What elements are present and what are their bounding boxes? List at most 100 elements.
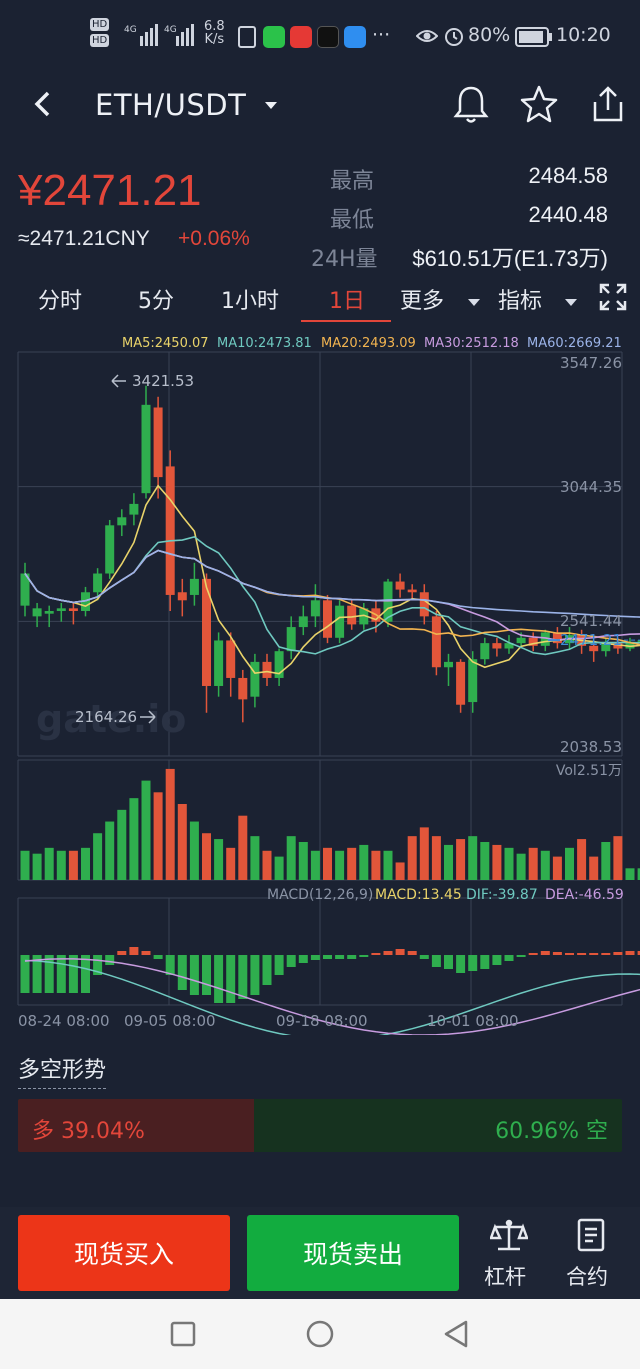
contract-button[interactable]: 合约 xyxy=(560,1213,622,1293)
spot-sell-button[interactable]: 现货卖出 xyxy=(247,1215,459,1291)
back-icon[interactable] xyxy=(28,88,60,120)
candle-body xyxy=(516,637,526,644)
fullscreen-icon[interactable] xyxy=(598,282,628,316)
clock: 10:20 xyxy=(556,24,611,46)
square-nav-icon[interactable] xyxy=(170,1321,196,1351)
high-label: 最高 xyxy=(330,169,375,194)
volume-bar xyxy=(274,856,284,880)
macd-bar xyxy=(274,955,284,975)
volume-bars xyxy=(20,768,640,880)
price-axis-label: 3044.35 xyxy=(560,478,622,496)
share-icon[interactable] xyxy=(587,84,627,128)
candle-body xyxy=(226,640,236,678)
volume-bar xyxy=(371,850,381,880)
candle-body xyxy=(286,627,296,652)
tab-1hour[interactable]: 1小时 xyxy=(221,283,279,315)
ma-legend: MA5:2450.07 MA10:2473.81 MA20:2493.09 MA30:… xyxy=(122,336,622,351)
leverage-button[interactable]: 杠杆 xyxy=(478,1213,540,1293)
macd-bar xyxy=(456,955,466,973)
volume-bar xyxy=(68,850,78,880)
alarm-icon xyxy=(443,25,465,51)
candle-body xyxy=(250,661,260,697)
volume-bar xyxy=(214,839,224,880)
candle-body xyxy=(214,640,224,686)
volume-bar xyxy=(577,839,587,880)
more-caret-icon[interactable] xyxy=(468,292,480,311)
leverage-label: 杠杆 xyxy=(484,1265,526,1289)
volume-bar xyxy=(601,842,611,880)
document-icon xyxy=(238,26,256,48)
candle-body xyxy=(262,661,272,678)
volume-bar xyxy=(516,853,526,880)
bell-icon[interactable] xyxy=(452,84,490,128)
macd-bar xyxy=(395,949,405,955)
volume-bar xyxy=(226,847,236,880)
tab-5min[interactable]: 5分 xyxy=(138,283,174,315)
candle-body xyxy=(153,407,163,478)
volume-bar xyxy=(552,856,562,880)
min-price-marker: 2164.26 xyxy=(75,708,137,726)
candle-body xyxy=(238,677,248,700)
hd-icon: HD HD xyxy=(90,18,110,47)
dif-value-label: DIF:-39.87 xyxy=(466,887,538,903)
candle-body xyxy=(419,592,429,617)
price-cny: ≈2471.21CNY xyxy=(18,227,150,250)
max-arrow-icon xyxy=(111,374,126,388)
macd-bar xyxy=(444,955,453,969)
macd-bar xyxy=(298,955,308,963)
candle-body xyxy=(32,608,42,617)
candle-body xyxy=(141,404,151,494)
volume-bar xyxy=(565,847,574,880)
candle-body xyxy=(177,592,187,601)
macd-bar xyxy=(153,955,163,959)
star-icon[interactable] xyxy=(519,84,559,128)
candle-body xyxy=(189,578,199,595)
macd-bar xyxy=(202,955,211,995)
macd-bar xyxy=(565,953,574,955)
volume-bar xyxy=(129,798,139,880)
status-bar: HD HD 4G 4G 6.8 K/s ··· 80% 10:20 xyxy=(0,0,640,72)
tab-1day[interactable]: 1日 xyxy=(329,283,365,315)
macd-bar xyxy=(383,951,393,955)
net-speed: 6.8 K/s xyxy=(204,19,225,47)
macd-bar xyxy=(189,955,199,995)
macd-bar xyxy=(577,953,587,955)
volume-bar xyxy=(153,792,163,880)
volume-bar xyxy=(298,842,308,880)
macd-bar xyxy=(105,955,115,965)
pair-title[interactable]: ETH/USDT xyxy=(95,88,246,122)
ma-label: MA5:2450.07 xyxy=(122,336,209,351)
volume-bar xyxy=(141,780,151,880)
macd-bar xyxy=(371,953,381,955)
circle-nav-icon[interactable] xyxy=(305,1319,335,1353)
tab-more[interactable]: 更多 xyxy=(400,283,444,315)
back-triangle-nav-icon[interactable] xyxy=(442,1319,470,1353)
volume-24h-label: 24H量 xyxy=(311,247,378,272)
dropdown-caret-icon[interactable] xyxy=(264,96,278,115)
macd-bar xyxy=(347,955,357,959)
volume-label: Vol2.51万 xyxy=(556,763,622,779)
tab-indicators[interactable]: 指标 xyxy=(498,283,542,315)
candle-body xyxy=(129,503,139,515)
macd-bar xyxy=(468,955,478,971)
macd-bar xyxy=(56,955,66,993)
volume-bar xyxy=(323,847,332,880)
macd-bar xyxy=(44,955,54,993)
macd-bar xyxy=(214,955,224,1003)
axis-labels: 3547.26 3044.35 2541.44 2038.53 2471.21 3421.… xyxy=(18,354,624,1030)
candle-body xyxy=(431,616,441,668)
kline-chart[interactable]: MA5:2450.07 MA10:2473.81 MA20:2493.09 MA30:… xyxy=(0,330,640,1041)
volume-bar xyxy=(81,847,90,880)
spot-buy-button[interactable]: 现货买入 xyxy=(18,1215,230,1291)
tab-timeline[interactable]: 分时 xyxy=(38,283,82,315)
candle-body xyxy=(335,605,345,638)
volume-bar xyxy=(504,847,514,880)
candle-body xyxy=(44,611,54,614)
volume-bar xyxy=(492,844,502,880)
indicator-caret-icon[interactable] xyxy=(565,292,577,311)
volume-bar xyxy=(310,850,320,880)
candle-body xyxy=(480,643,490,660)
macd-bar xyxy=(286,955,296,967)
candle-body xyxy=(444,661,453,668)
macd-bar xyxy=(552,952,562,955)
